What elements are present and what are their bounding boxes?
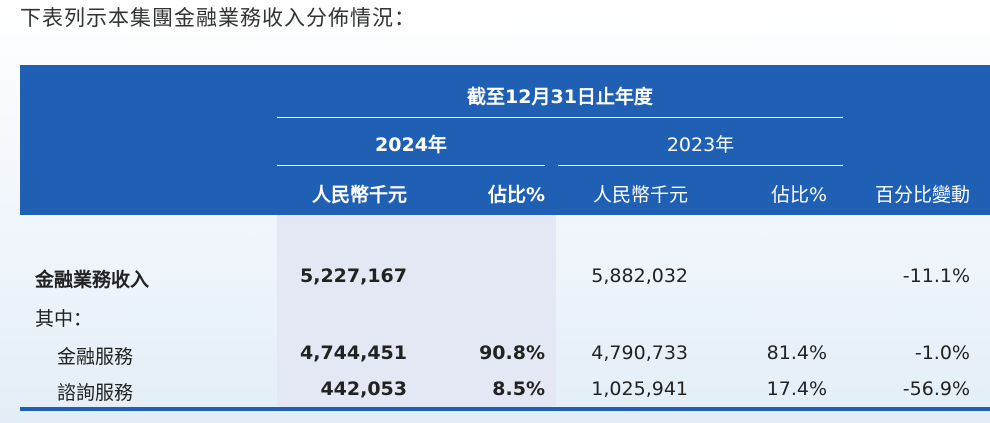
header-divider-2024 <box>277 165 545 166</box>
row-label: 諮詢服務 <box>57 382 134 404</box>
cell-pct-2023: 17.4% <box>766 378 827 400</box>
cell-pct-2023: 81.4% <box>766 342 827 364</box>
col-rmb-2024: 人民幣千元 <box>311 184 407 206</box>
cell-rmb-2023: 1,025,941 <box>591 378 688 400</box>
cell-rmb-2023: 5,882,032 <box>591 265 688 287</box>
cell-rmb-2024: 4,744,451 <box>300 342 407 364</box>
header-divider-2023 <box>558 165 843 166</box>
table-bottom-rule <box>20 407 990 411</box>
cell-rmb-2024: 442,053 <box>320 378 407 400</box>
row-label: 其中： <box>35 308 93 330</box>
cell-rmb-2024: 5,227,167 <box>300 265 407 287</box>
row-label: 金融業務收入 <box>35 269 150 291</box>
cell-rmb-2023: 4,790,733 <box>591 342 688 364</box>
col-pct-2023: 佔比% <box>770 184 827 206</box>
year-2024-header: 2024年 <box>375 134 447 156</box>
cell-pct-2024: 90.8% <box>479 342 545 364</box>
cell-change: -56.9% <box>902 378 970 400</box>
period-header: 截至12月31日止年度 <box>467 86 653 108</box>
cell-pct-2024: 8.5% <box>492 378 545 400</box>
col-pct-2024: 佔比% <box>487 184 545 206</box>
col-rmb-2023: 人民幣千元 <box>592 184 688 206</box>
cell-change: -1.0% <box>914 342 970 364</box>
intro-text: 下表列示本集團金融業務收入分佈情況： <box>20 6 416 30</box>
cell-change: -11.1% <box>902 265 970 287</box>
header-divider-period <box>277 117 843 118</box>
col-change: 百分比變動 <box>874 184 970 206</box>
year-2023-header: 2023年 <box>666 134 735 156</box>
row-label: 金融服務 <box>57 346 134 368</box>
